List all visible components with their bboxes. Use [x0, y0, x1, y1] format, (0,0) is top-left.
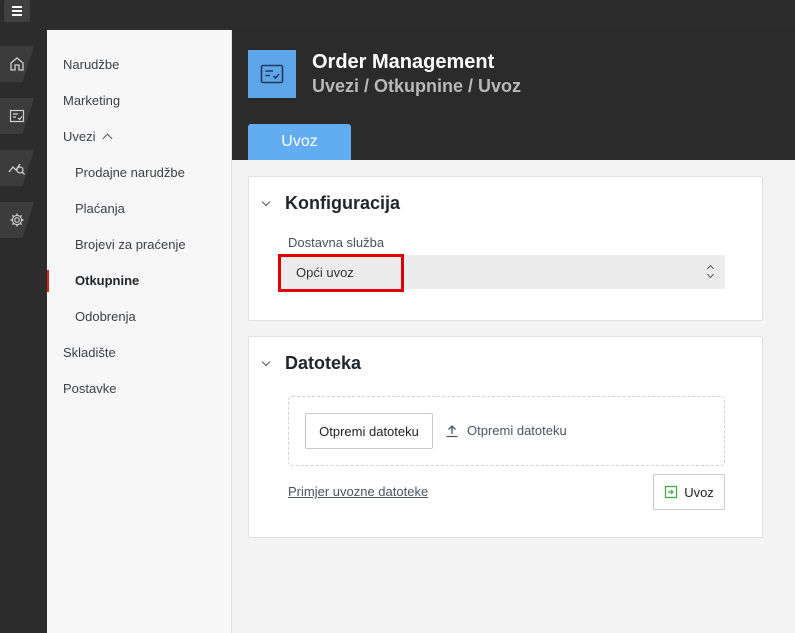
settings-gear-icon: [10, 213, 24, 227]
file-title: Datoteka: [285, 353, 362, 373]
sidebar-item-label: Marketing: [63, 92, 121, 108]
rail-orders-button[interactable]: [0, 98, 34, 134]
shipping-service-select[interactable]: Opći uvoz: [280, 255, 725, 289]
sidebar-item-otkupnine[interactable]: Otkupnine: [47, 262, 231, 298]
sidebar-item-odobrenja[interactable]: Odobrenja: [47, 298, 231, 334]
import-icon: [665, 485, 678, 499]
tab-uvoz[interactable]: Uvoz: [248, 124, 351, 160]
choose-file-button[interactable]: Otpremi datoteku: [305, 413, 433, 449]
import-button[interactable]: Uvoz: [653, 474, 725, 510]
breadcrumb: Uvezi / Otkupnine / Uvoz: [312, 76, 522, 96]
sidebar-item-label: Postavke: [63, 380, 117, 396]
hamburger-menu-icon[interactable]: [4, 0, 30, 22]
sidebar-item-brojevi-za-pracenje[interactable]: Brojevi za praćenje: [47, 226, 231, 262]
icon-rail: [0, 30, 47, 633]
configuration-title: Konfiguracija: [285, 193, 401, 213]
select-arrows-icon: [707, 264, 715, 280]
sidebar-item-label: Odobrenja: [75, 308, 136, 324]
upload-file-link[interactable]: Otpremi datoteku: [445, 423, 567, 438]
sidebar-item-label: Prodajne narudžbe: [75, 164, 185, 180]
file-section-toggle[interactable]: Datoteka: [261, 353, 362, 374]
page-header: Order Management Uvezi / Otkupnine / Uvo…: [232, 30, 795, 160]
chevron-down-icon: [261, 357, 271, 366]
sidebar-nav: Narudžbe Marketing Uvezi Prodajne narudž…: [47, 30, 232, 633]
sidebar-item-postavke[interactable]: Postavke: [47, 370, 231, 406]
chevron-up-icon: [102, 133, 112, 143]
sidebar-item-narudzbe[interactable]: Narudžbe: [47, 46, 231, 82]
sidebar-item-placanja[interactable]: Plaćanja: [47, 190, 231, 226]
main-content: Konfiguracija Dostavna služba Opći uvoz …: [232, 160, 795, 633]
configuration-card: Konfiguracija Dostavna služba Opći uvoz: [248, 176, 763, 321]
sidebar-item-label: Otkupnine: [75, 272, 140, 288]
rail-settings-button[interactable]: [0, 202, 34, 238]
file-card: Datoteka Otpremi datoteku Otpremi datote…: [248, 336, 763, 538]
top-bar: [0, 0, 795, 30]
rail-analytics-button[interactable]: [0, 150, 34, 186]
chevron-down-icon: [261, 197, 271, 206]
sidebar-item-label: Uvezi: [63, 128, 96, 144]
shipping-service-value: Opći uvoz: [296, 264, 354, 280]
configuration-section-toggle[interactable]: Konfiguracija: [261, 193, 401, 214]
example-file-link[interactable]: Primjer uvozne datoteke: [288, 484, 428, 499]
sidebar-item-skladiste[interactable]: Skladište: [47, 334, 231, 370]
order-list-icon: [260, 64, 284, 84]
file-dropzone[interactable]: Otpremi datoteku Otpremi datoteku: [288, 396, 725, 466]
analytics-icon: [8, 163, 25, 175]
sidebar-item-label: Narudžbe: [63, 56, 120, 72]
sidebar-item-label: Plaćanja: [75, 200, 125, 216]
page-title: Order Management: [312, 51, 495, 73]
home-icon: [10, 57, 24, 71]
sidebar-item-label: Skladište: [63, 344, 116, 360]
checklist-icon: [9, 109, 25, 123]
shipping-service-label: Dostavna služba: [288, 235, 385, 250]
sidebar-item-prodajne-narudzbe[interactable]: Prodajne narudžbe: [47, 154, 231, 190]
sidebar-item-marketing[interactable]: Marketing: [47, 82, 231, 118]
sidebar-item-label: Brojevi za praćenje: [75, 236, 186, 252]
sidebar-item-uvezi[interactable]: Uvezi: [47, 118, 231, 154]
upload-file-label: Otpremi datoteku: [467, 423, 567, 438]
app-icon: [248, 50, 296, 98]
import-button-label: Uvoz: [684, 484, 714, 500]
rail-home-button[interactable]: [0, 46, 34, 82]
upload-icon: [446, 424, 458, 437]
